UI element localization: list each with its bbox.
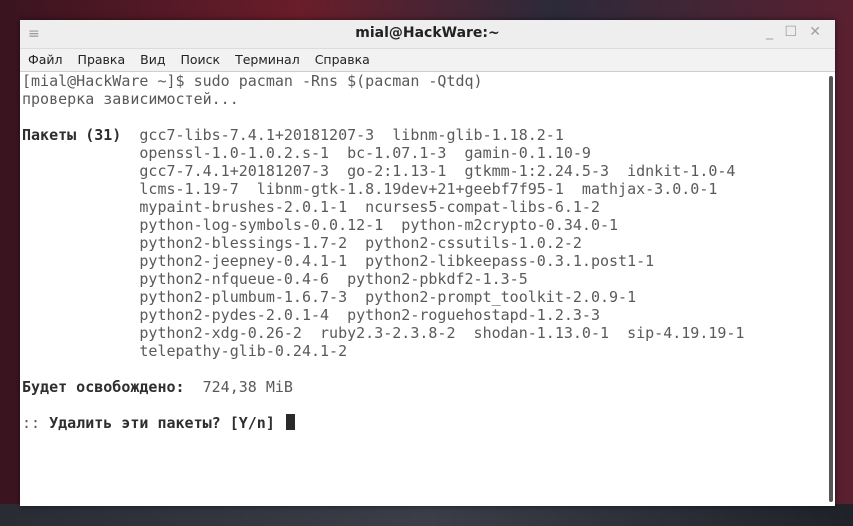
package-list-item: openssl-1.0-1.0.2.s-1 bc-1.07.1-3 gamin-… (139, 144, 591, 162)
package-line: openssl-1.0-1.0.2.s-1 bc-1.07.1-3 gamin-… (22, 144, 825, 162)
text-cursor (285, 414, 295, 430)
terminal-output[interactable]: [mial@HackWare ~]$ sudo pacman -Rns $(pa… (20, 72, 825, 506)
freed-label: Будет освобождено: (22, 378, 185, 396)
package-list-item: python2-nfqueue-0.4-6 python2-pbkdf2-1.3… (139, 270, 528, 288)
scrollbar[interactable] (827, 72, 833, 504)
package-line: lcms-1.19-7 libnm-gtk-1.8.19dev+21+geebf… (22, 180, 825, 198)
package-list-item: telepathy-glib-0.24.1-2 (139, 342, 348, 360)
packages-label: Пакеты (31) (22, 126, 122, 144)
menu-terminal[interactable]: Терминал (227, 49, 307, 67)
title-bar[interactable]: ≡ mial@HackWare:~ _ ☐ ✕ (20, 20, 835, 49)
command-line: [mial@HackWare ~]$ sudo pacman -Rns $(pa… (22, 72, 483, 90)
packages-line: Пакеты (31) gcc7-libs-7.4.1+20181207-3 l… (22, 126, 825, 144)
package-list-item: python2-jeepney-0.4.1-1 python2-libkeepa… (139, 252, 655, 270)
freed-line: Будет освобождено: 724,38 MiB (22, 378, 825, 396)
package-line: python2-xdg-0.26-2 ruby2.3-2.3.8-2 shoda… (22, 324, 825, 342)
package-list-item: gcc7-7.4.1+20181207-3 go-2:1.13-1 gtkmm-… (139, 162, 736, 180)
package-list-item: python2-blessings-1.7-2 python2-cssutils… (139, 234, 582, 252)
terminal-window: ≡ mial@HackWare:~ _ ☐ ✕ Файл Правка Вид … (20, 20, 835, 506)
menu-edit[interactable]: Правка (70, 49, 133, 67)
menu-search[interactable]: Поиск (172, 49, 227, 67)
checking-line: проверка зависимостей... (22, 90, 239, 108)
package-line: python-log-symbols-0.0.12-1 python-m2cry… (22, 216, 825, 234)
package-list-item: gcc7-libs-7.4.1+20181207-3 libnm-glib-1.… (139, 126, 564, 144)
menu-help[interactable]: Справка (307, 49, 377, 67)
question-text: Удалить эти пакеты? [Y/n] (49, 414, 275, 432)
question-prefix: :: (22, 414, 41, 432)
close-icon[interactable]: ✕ (809, 24, 821, 40)
window-title: mial@HackWare:~ (355, 25, 500, 41)
freed-value: 724,38 MiB (202, 378, 293, 396)
package-line: python2-plumbum-1.6.7-3 python2-prompt_t… (22, 288, 825, 306)
desktop-wallpaper (0, 504, 853, 526)
scrollbar-thumb[interactable] (829, 76, 833, 502)
minimize-icon[interactable]: _ (766, 24, 773, 40)
package-list-item: python2-pydes-2.0.1-4 python2-roguehosta… (139, 306, 600, 324)
package-line: gcc7-7.4.1+20181207-3 go-2:1.13-1 gtkmm-… (22, 162, 825, 180)
menu-bar: Файл Правка Вид Поиск Терминал Справка (20, 49, 835, 72)
menu-view[interactable]: Вид (132, 49, 172, 67)
menu-file[interactable]: Файл (20, 49, 70, 67)
package-line: mypaint-brushes-2.0.1-1 ncurses5-compat-… (22, 198, 825, 216)
package-line: telepathy-glib-0.24.1-2 (22, 342, 825, 360)
package-list-item: python-log-symbols-0.0.12-1 python-m2cry… (139, 216, 619, 234)
package-line: python2-pydes-2.0.1-4 python2-roguehosta… (22, 306, 825, 324)
maximize-icon[interactable]: ☐ (784, 24, 797, 40)
package-list-item: mypaint-brushes-2.0.1-1 ncurses5-compat-… (139, 198, 600, 216)
package-line: python2-jeepney-0.4.1-1 python2-libkeepa… (22, 252, 825, 270)
package-line: python2-blessings-1.7-2 python2-cssutils… (22, 234, 825, 252)
question-line: :: Удалить эти пакеты? [Y/n] (22, 414, 825, 432)
package-list-item: python2-xdg-0.26-2 ruby2.3-2.3.8-2 shoda… (139, 324, 745, 342)
package-list-item: python2-plumbum-1.6.7-3 python2-prompt_t… (139, 288, 637, 306)
package-list-item: lcms-1.19-7 libnm-gtk-1.8.19dev+21+geebf… (139, 180, 718, 198)
package-line: python2-nfqueue-0.4-6 python2-pbkdf2-1.3… (22, 270, 825, 288)
